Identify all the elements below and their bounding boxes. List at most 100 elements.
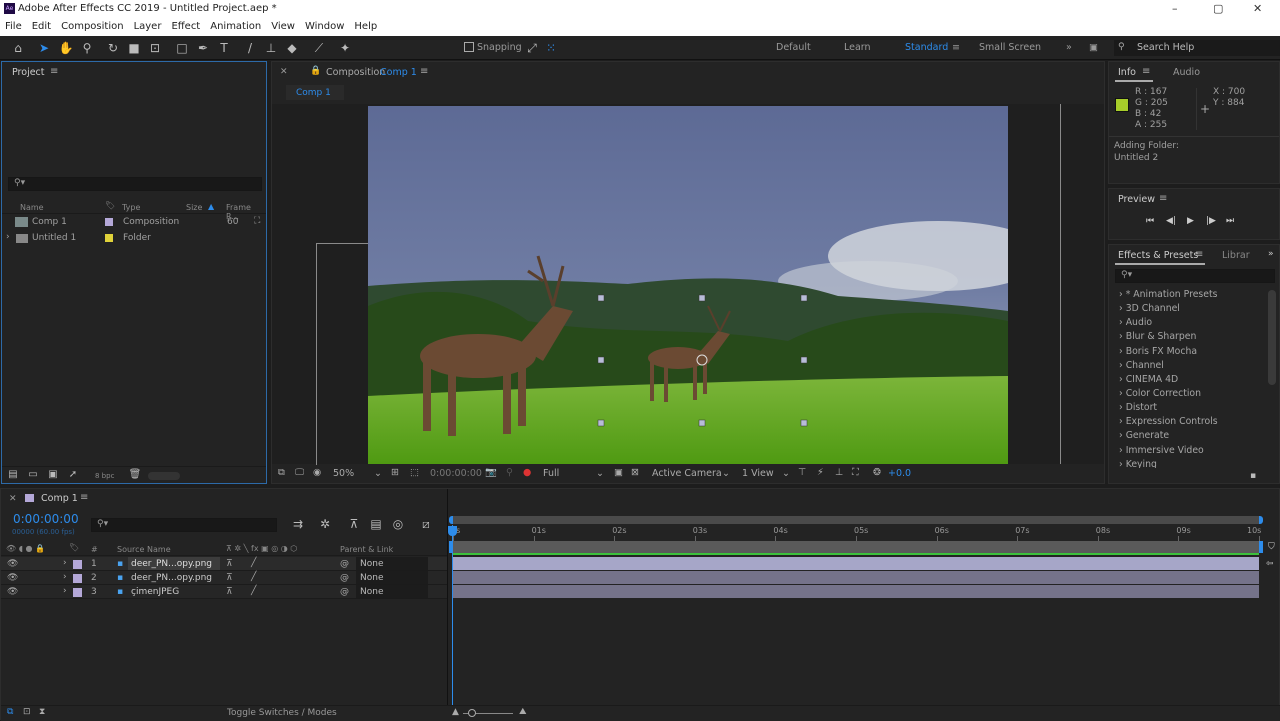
last-frame-icon[interactable]: ⏭ bbox=[1226, 216, 1234, 226]
audio-tab[interactable]: Audio bbox=[1173, 67, 1200, 78]
effects-item[interactable]: › Keying bbox=[1119, 459, 1157, 468]
draft-3d-icon[interactable]: ✲ bbox=[317, 516, 333, 532]
search-help-input[interactable]: ⚲ Search Help bbox=[1114, 40, 1280, 56]
playhead-handle[interactable] bbox=[448, 526, 457, 536]
layer-bar[interactable] bbox=[453, 571, 1259, 584]
frame-blending-icon[interactable]: ▤ bbox=[368, 516, 384, 532]
effects-item[interactable]: › Distort bbox=[1119, 402, 1157, 413]
project-item-folder[interactable]: › Untitled 1 Folder bbox=[2, 231, 266, 246]
effects-item[interactable]: › Generate bbox=[1119, 430, 1169, 441]
effects-search-input[interactable]: ⚲▾ bbox=[1115, 269, 1275, 283]
delete-icon[interactable]: 🗑 bbox=[127, 467, 143, 483]
layer-row[interactable]: 👁 › 1 ▪ deer_PN...opy.png ⊼ ╱ @ None bbox=[1, 557, 448, 571]
expand-chevron-icon[interactable]: › bbox=[63, 558, 67, 568]
effects-item[interactable]: › Immersive Video bbox=[1119, 445, 1204, 456]
project-item-comp[interactable]: Comp 1 Composition 60 ⛶ bbox=[2, 215, 266, 230]
eraser-tool-icon[interactable]: ◆ bbox=[284, 40, 300, 56]
panel-menu-icon[interactable]: ≡ bbox=[80, 492, 88, 503]
close-button[interactable]: ✕ bbox=[1253, 2, 1262, 15]
menu-view[interactable]: View bbox=[271, 21, 295, 33]
new-composition-icon[interactable]: ▣ bbox=[45, 467, 61, 483]
timeline-tab[interactable]: Comp 1 bbox=[41, 493, 78, 504]
menu-animation[interactable]: Animation bbox=[210, 21, 261, 33]
panel-menu-icon[interactable]: ≡ bbox=[1159, 193, 1167, 204]
menu-window[interactable]: Window bbox=[305, 21, 344, 33]
shy-switch-icon[interactable]: ⊼ bbox=[226, 573, 233, 583]
libraries-tab[interactable]: Librar bbox=[1222, 250, 1250, 261]
quality-switch-icon[interactable]: ╱ bbox=[251, 572, 256, 582]
roto-brush-tool-icon[interactable]: ⟋ bbox=[311, 40, 327, 56]
zoom-tool-icon[interactable]: ⚲ bbox=[79, 40, 95, 56]
work-area-bar[interactable] bbox=[449, 541, 1263, 553]
pixel-aspect-icon[interactable]: ⊤ bbox=[798, 467, 806, 478]
layer-row[interactable]: 👁 › 2 ▪ deer_PN...opy.png ⊼ ╱ @ None bbox=[1, 571, 448, 585]
workspace-small-screen[interactable]: Small Screen bbox=[979, 42, 1041, 53]
zoom-in-icon[interactable]: ⛰ bbox=[519, 707, 527, 717]
minimize-button[interactable]: – bbox=[1172, 2, 1178, 15]
shy-layers-icon[interactable]: ⊼ bbox=[346, 516, 362, 532]
transparency-grid-icon[interactable]: ⊠ bbox=[631, 467, 639, 478]
workspace-menu-icon[interactable]: ≡ bbox=[952, 42, 960, 53]
effects-item[interactable]: › CINEMA 4D bbox=[1119, 374, 1178, 385]
layer-bar[interactable] bbox=[453, 557, 1259, 570]
clone-stamp-tool-icon[interactable]: ⊥ bbox=[263, 40, 279, 56]
expand-chevron-icon[interactable]: › bbox=[63, 572, 67, 582]
hand-tool-icon[interactable]: ✋ bbox=[58, 40, 74, 56]
layer-row[interactable]: 👁 › 3 ▪ çimenJPEG ⊼ ╱ @ None bbox=[1, 585, 448, 599]
home-icon[interactable]: ⌂ bbox=[10, 40, 26, 56]
motion-blur-icon[interactable]: ◎ bbox=[390, 516, 406, 532]
maximize-button[interactable]: ▢ bbox=[1213, 2, 1223, 15]
snap-grid-icon[interactable]: ⁙ bbox=[543, 40, 559, 56]
previous-frame-icon[interactable]: ◀| bbox=[1166, 216, 1176, 226]
workspace-default[interactable]: Default bbox=[776, 42, 811, 53]
magnification-dropdown[interactable]: 50% bbox=[333, 468, 354, 479]
camera-tool-icon[interactable]: ■ bbox=[126, 40, 142, 56]
effects-item[interactable]: › Boris FX Mocha bbox=[1119, 346, 1197, 357]
effects-item[interactable]: › Blur & Sharpen bbox=[1119, 331, 1196, 342]
lock-icon[interactable]: 🔒 bbox=[310, 66, 321, 76]
parent-dropdown[interactable]: None bbox=[356, 557, 428, 570]
close-tab-icon[interactable]: ✕ bbox=[9, 494, 17, 504]
project-tab[interactable]: Project bbox=[12, 67, 45, 78]
next-frame-icon[interactable]: |▶ bbox=[1206, 216, 1216, 226]
menu-layer[interactable]: Layer bbox=[134, 21, 162, 33]
effects-item[interactable]: › 3D Channel bbox=[1119, 303, 1180, 314]
puppet-pin-tool-icon[interactable]: ✦ bbox=[337, 40, 353, 56]
layer-name[interactable]: deer_PN...opy.png bbox=[128, 557, 220, 570]
info-tab[interactable]: Info bbox=[1118, 67, 1136, 78]
title-safe-icon[interactable]: ⊞ bbox=[391, 467, 399, 478]
effects-item[interactable]: › Audio bbox=[1119, 317, 1152, 328]
column-name[interactable]: Name bbox=[20, 203, 44, 212]
panel-menu-icon[interactable]: ≡ bbox=[1142, 66, 1150, 77]
more-panels-icon[interactable]: » bbox=[1268, 249, 1274, 259]
flowchart-icon[interactable]: ⛶ bbox=[852, 467, 859, 478]
label-color-swatch[interactable] bbox=[73, 560, 82, 569]
composition-tab-name[interactable]: Comp 1 bbox=[380, 67, 417, 78]
current-time-display[interactable]: 0:00:00:00 bbox=[13, 512, 79, 526]
shy-switch-icon[interactable]: ⊼ bbox=[226, 559, 233, 569]
menu-effect[interactable]: Effect bbox=[171, 21, 200, 33]
viewer-timecode[interactable]: 0:00:00:00 bbox=[430, 468, 482, 479]
rectangle-tool-icon[interactable]: □ bbox=[174, 40, 190, 56]
effects-presets-tab[interactable]: Effects & Presets bbox=[1118, 250, 1198, 261]
parent-dropdown[interactable]: None bbox=[356, 571, 428, 584]
visibility-eye-icon[interactable]: 👁 bbox=[7, 559, 18, 569]
layer-switches-toggle-icon[interactable]: ⧉ bbox=[7, 707, 13, 717]
view-layout-dropdown[interactable]: 1 View bbox=[742, 468, 774, 479]
pick-whip-icon[interactable]: @ bbox=[340, 559, 349, 569]
rotate-tool-icon[interactable]: ↻ bbox=[105, 40, 121, 56]
show-snapshot-icon[interactable]: ⚲ bbox=[506, 467, 513, 478]
thumbnail-slider[interactable] bbox=[148, 472, 180, 480]
workspace-layout-icon[interactable]: ▣ bbox=[1089, 42, 1098, 53]
label-color-swatch[interactable] bbox=[105, 218, 113, 226]
pick-whip-icon[interactable]: @ bbox=[340, 573, 349, 583]
pan-behind-tool-icon[interactable]: ⊡ bbox=[147, 40, 163, 56]
channel-rgb-icon[interactable]: ● bbox=[523, 467, 531, 478]
pen-tool-icon[interactable]: ✒ bbox=[195, 40, 211, 56]
composition-viewer[interactable] bbox=[272, 104, 1104, 468]
menu-file[interactable]: File bbox=[5, 21, 22, 33]
mask-visibility-icon[interactable]: ◉ bbox=[313, 467, 321, 478]
type-tool-icon[interactable]: T bbox=[216, 40, 232, 56]
menu-help[interactable]: Help bbox=[354, 21, 377, 33]
snapshot-camera-icon[interactable]: 📷 bbox=[485, 467, 497, 478]
